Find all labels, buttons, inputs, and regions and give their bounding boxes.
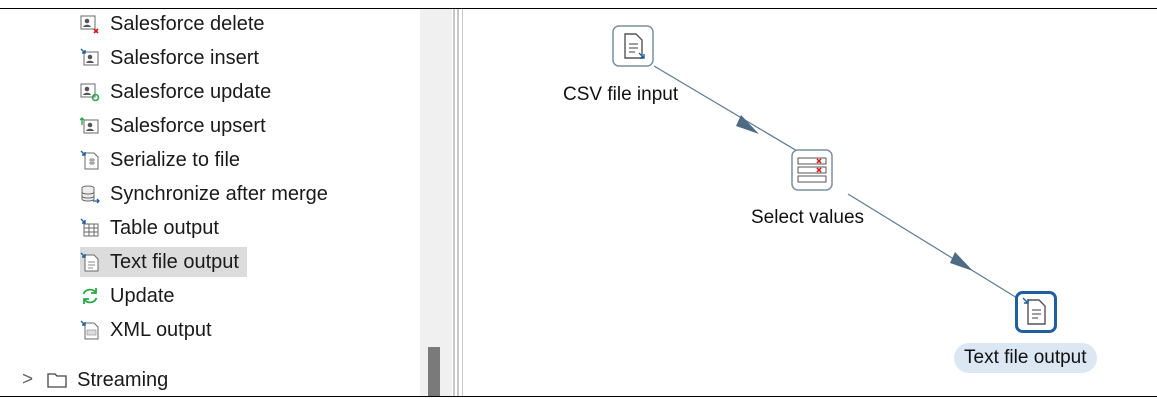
tree-item-label: Synchronize after merge xyxy=(110,182,328,205)
salesforce-upsert-icon xyxy=(80,116,100,136)
hop-csv-to-select[interactable] xyxy=(653,65,815,162)
tree-item-label: Table output xyxy=(110,216,219,239)
chevron-right-icon[interactable]: > xyxy=(22,369,33,391)
table-output-icon xyxy=(80,218,100,238)
salesforce-update-icon xyxy=(80,82,100,102)
tree-item-label: Salesforce upsert xyxy=(110,114,266,137)
salesforce-delete-icon xyxy=(80,14,100,34)
salesforce-insert-icon xyxy=(80,48,100,68)
csv-file-input-icon[interactable] xyxy=(612,25,654,72)
tree-item-label: Update xyxy=(110,284,175,307)
tree-item-label: Serialize to file xyxy=(110,148,241,171)
tree-item-xml-output[interactable]: XML output xyxy=(80,315,212,345)
scrollbar-thumb[interactable] xyxy=(428,347,440,396)
tree-item-label: Salesforce update xyxy=(110,80,272,103)
hop-arrow-icon xyxy=(736,115,759,134)
tree-item-label: XML output xyxy=(110,318,212,341)
tree-item-salesforce-update[interactable]: Salesforce update xyxy=(80,77,271,107)
text-file-output-icon xyxy=(80,252,100,272)
node-label-select-values[interactable]: Select values xyxy=(751,207,864,229)
node-label-text-file-output[interactable]: Text file output xyxy=(954,343,1097,373)
hop-arrow-icon xyxy=(950,252,973,271)
tree-item-salesforce-upsert[interactable]: Salesforce upsert xyxy=(80,111,266,141)
tree-item-serialize-to-file[interactable]: Serialize to file xyxy=(80,145,240,175)
tree-item-text-file-output[interactable]: Text file output xyxy=(80,247,247,277)
panel-splitter-line xyxy=(457,9,459,396)
folder-icon xyxy=(47,370,67,390)
panel-splitter[interactable] xyxy=(453,9,455,396)
tree-item-synchronize-after-merge[interactable]: Synchronize after merge xyxy=(80,179,328,209)
tree-item-update[interactable]: Update xyxy=(80,281,175,311)
step-tree-panel: Salesforce delete Salesforce insert Sale… xyxy=(0,9,420,396)
tree-item-label: Text file output xyxy=(110,250,239,273)
tree-item-label: Salesforce delete xyxy=(110,12,265,35)
transformation-canvas[interactable]: CSV file input Select values Text file o… xyxy=(468,9,1157,396)
serialize-file-icon xyxy=(80,150,100,170)
hop-select-to-text[interactable] xyxy=(847,193,1023,302)
panel-splitter-edge xyxy=(462,9,463,396)
tree-folder-label: Streaming xyxy=(77,368,169,391)
tree-item-table-output[interactable]: Table output xyxy=(80,213,219,243)
tree-item-label: Salesforce insert xyxy=(110,46,259,69)
database-sync-icon xyxy=(80,184,100,204)
xml-output-icon xyxy=(80,320,100,340)
tree-item-salesforce-delete[interactable]: Salesforce delete xyxy=(80,9,265,39)
select-values-icon[interactable] xyxy=(791,149,833,196)
tree-item-salesforce-insert[interactable]: Salesforce insert xyxy=(80,43,259,73)
tree-folder-streaming[interactable]: > Streaming xyxy=(22,365,168,395)
text-file-output-icon[interactable] xyxy=(1015,291,1057,338)
update-refresh-icon xyxy=(80,286,100,306)
tree-scrollbar[interactable] xyxy=(420,9,452,396)
node-label-csv-file-input[interactable]: CSV file input xyxy=(563,84,678,106)
